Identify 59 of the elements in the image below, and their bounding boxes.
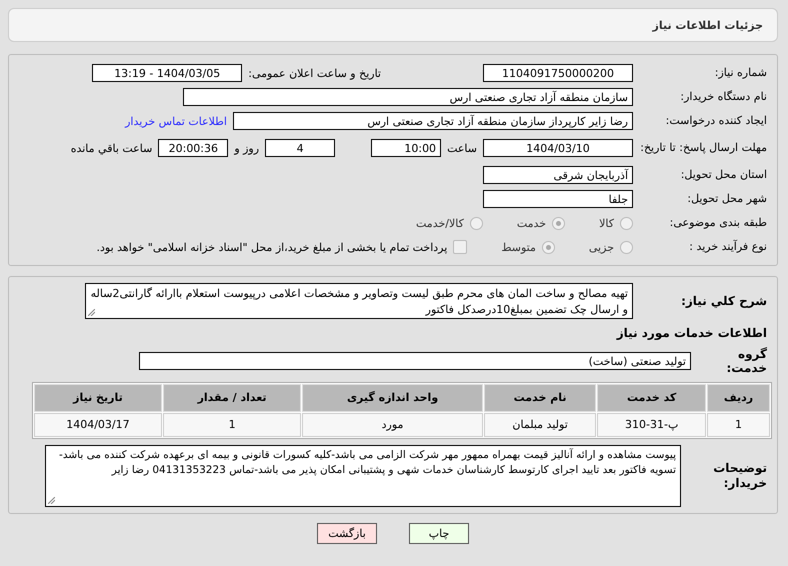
- radio-button[interactable]: [620, 216, 633, 230]
- column-header: واحد اندازه گیری: [302, 384, 483, 412]
- field-label: توضیحات خریدار:: [712, 461, 768, 490]
- field-label: شماره نیاز:: [714, 66, 768, 80]
- column-header: تاریخ نیاز: [34, 384, 162, 412]
- field-label: نوع فرآیند خرید :: [688, 240, 768, 254]
- table-cell: 1404/03/17: [34, 412, 162, 437]
- text-field[interactable]: 1104091750000200: [483, 64, 633, 82]
- column-header: نام خدمت: [484, 384, 596, 412]
- field-label: استان محل تحویل:: [680, 168, 768, 182]
- text-field[interactable]: 4: [265, 139, 336, 157]
- page-title: جزئیات اطلاعات نیاز: [652, 18, 763, 32]
- field-label: نام دستگاه خریدار:: [679, 90, 768, 104]
- radio-button[interactable]: [542, 240, 555, 254]
- resize-grip-icon: [88, 309, 95, 316]
- text-field[interactable]: رضا زایر کارپرداز سازمان منطقه آزاد تجاری صنعتی ارس: [233, 112, 633, 130]
- field-label: ساعت: [447, 142, 477, 154]
- text-field[interactable]: جلفا: [483, 190, 633, 208]
- checkbox[interactable]: [453, 240, 468, 254]
- radio-label: کالا: [599, 216, 614, 230]
- text-field[interactable]: تولید صنعتی (ساخت): [139, 352, 691, 370]
- table-cell: تولید مبلمان: [484, 412, 596, 437]
- radio-label: متوسط: [501, 240, 536, 254]
- resize-grip-icon: [48, 496, 55, 504]
- column-header: کد خدمت: [597, 384, 706, 412]
- radio-button[interactable]: [552, 216, 566, 230]
- table-cell: پ-31-310: [597, 412, 706, 437]
- notes-box[interactable]: پیوست مشاهده و ارائه آنالیز قیمت بهمراه ممهور مهر شرکت الزامی می باشد-کلیه کسورات قانونی و بیمه ای برعهده شرکت کننده می باشد-تسویه فاکتور بعد تایید اجرای کارتوسط کارشناسان خدمات شهی و پشتیبانی امکان پذیر می باشد-تماس 04131353223 رضا زایر: [45, 444, 681, 507]
- field-label: تاریخ و ساعت اعلان عمومی:: [248, 66, 381, 80]
- checkbox-label: پرداخت تمام یا بخشی از مبلغ خرید،از محل "اسناد خزانه اسلامی" خواهد بود.: [96, 240, 448, 254]
- column-header: تعداد / مقدار: [162, 384, 302, 412]
- text-field[interactable]: 20:00:36: [158, 139, 228, 157]
- field-label: شهر محل تحویل:: [686, 192, 768, 206]
- text-field[interactable]: سازمان منطقه آزاد تجاری صنعتی ارس: [183, 88, 633, 106]
- radio-button[interactable]: [470, 216, 483, 230]
- description-box[interactable]: تهیه مصالح و ساخت المان های محرم طبق لیست وتصاویر و مشخصات اعلامی درپیوست استعلام باارائه گارانتی2ساله و ارسال چک تضمین بمبلغ10درصدکل فاکتور: [85, 283, 633, 319]
- print-button[interactable]: چاپ: [409, 522, 469, 544]
- field-label: گروه خدمت:: [725, 347, 768, 376]
- field-label: روز و: [234, 142, 260, 154]
- back-button[interactable]: بازگشت: [317, 522, 377, 544]
- column-header: ردیف: [707, 384, 770, 412]
- field-label: مهلت ارسال پاسخ: تا تاریخ:: [639, 141, 768, 155]
- text-field[interactable]: 1404/03/05 - 13:19: [92, 64, 242, 82]
- text-field[interactable]: 10:00: [371, 139, 442, 157]
- field-label: طبقه بندی موضوعی:: [668, 216, 768, 230]
- field-label: شرح کلي نیاز:: [680, 294, 768, 308]
- contact-link[interactable]: اطلاعات تماس خریدار: [125, 114, 227, 128]
- table-cell: 1: [162, 412, 302, 437]
- section-heading: اطلاعات خدمات مورد نیاز: [616, 326, 768, 340]
- field-label: ایجاد کننده درخواست:: [664, 114, 768, 128]
- radio-label: خدمت: [516, 216, 546, 230]
- field-label: ساعت باقي مانده: [70, 142, 152, 154]
- text-field[interactable]: 1404/03/10: [483, 139, 633, 157]
- text-field[interactable]: آذربایجان شرقی: [483, 166, 633, 184]
- table-cell: 1: [707, 412, 770, 437]
- radio-label: جزیی: [588, 240, 614, 254]
- radio-button[interactable]: [620, 240, 633, 254]
- radio-label: کالا/خدمت: [416, 216, 464, 230]
- table-cell: مورد: [302, 412, 483, 437]
